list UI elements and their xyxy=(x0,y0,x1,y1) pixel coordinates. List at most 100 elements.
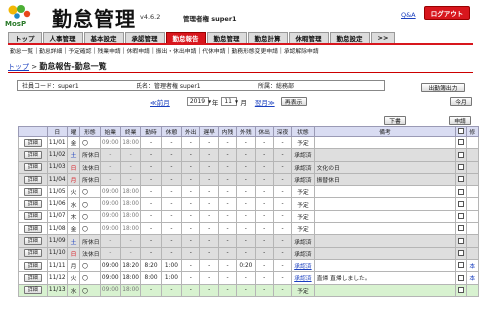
cell-end: - xyxy=(119,234,142,248)
detail-button[interactable]: 詳細 xyxy=(23,249,42,258)
cell-in_ot: - xyxy=(217,197,238,211)
cell-in_ot: - xyxy=(217,185,238,199)
cell-late: - xyxy=(199,234,219,248)
tab-0[interactable]: トップ xyxy=(8,32,42,43)
detail-button[interactable]: 詳細 xyxy=(23,175,42,184)
this-month-button[interactable]: 今月 xyxy=(450,97,472,106)
detail-button[interactable]: 詳細 xyxy=(23,237,42,246)
cell-in_ot: - xyxy=(217,283,238,297)
table-row: 詳細 11/05 火〇 09:00 18:00- - - - - - - - 予定 xyxy=(18,185,480,199)
row-checkbox[interactable] xyxy=(457,262,464,269)
cell-out: - xyxy=(181,283,201,297)
cell-status: 予定 xyxy=(291,283,315,297)
breadcrumb-top-link[interactable]: トップ xyxy=(8,63,29,71)
tab-9[interactable]: >> xyxy=(370,32,396,43)
row-checkbox[interactable] xyxy=(457,200,464,207)
column-header: 遅早 xyxy=(199,126,219,137)
status-link[interactable]: 承認済 xyxy=(294,276,311,282)
submenu-item[interactable]: 予定確認 xyxy=(66,46,93,55)
cell-end: 18:00 xyxy=(119,185,142,199)
output-calendar-button[interactable]: 出勤簿出力 xyxy=(421,83,465,92)
detail-button[interactable]: 詳細 xyxy=(23,138,42,147)
cell-in_ot: - xyxy=(217,160,238,174)
cell-dow: 火 xyxy=(66,185,81,199)
year-select[interactable]: 2019 ▼ xyxy=(186,97,211,106)
status-link[interactable]: 承認済 xyxy=(294,264,311,270)
row-checkbox[interactable] xyxy=(457,225,464,232)
cell-date: 11/05 xyxy=(46,185,68,199)
row-checkbox[interactable] xyxy=(457,163,464,170)
cell-ex_ot: - xyxy=(236,135,256,150)
row-checkbox[interactable] xyxy=(457,250,464,257)
cell-work: - xyxy=(140,283,162,297)
tab-3[interactable]: 承認管理 xyxy=(124,32,165,43)
column-header: 備考 xyxy=(313,126,457,137)
prev-month-link[interactable]: ≪前月 xyxy=(150,97,170,107)
submenu-item[interactable]: 振出・休出申請 xyxy=(154,46,199,55)
detail-button[interactable]: 詳細 xyxy=(23,150,42,159)
cell-rest: - xyxy=(160,197,183,211)
tab-1[interactable]: 人事管理 xyxy=(42,32,83,43)
detail-button[interactable]: 詳細 xyxy=(23,187,42,196)
column-header: 勤時 xyxy=(140,126,162,137)
submenu-item[interactable]: 休暇申請 xyxy=(125,46,152,55)
logout-button[interactable]: ログアウト xyxy=(424,6,470,20)
tab-7[interactable]: 休暇管理 xyxy=(288,32,329,43)
submenu-item[interactable]: 勤務形態変更申請 xyxy=(229,46,279,55)
month-select[interactable]: 11 ▼ xyxy=(221,97,239,106)
cell-hol: - xyxy=(254,148,274,162)
cell-in_ot: - xyxy=(217,258,238,273)
detail-button[interactable]: 詳細 xyxy=(23,261,42,270)
redisplay-button[interactable]: 再表示 xyxy=(280,97,307,106)
detail-button[interactable]: 詳細 xyxy=(23,273,42,282)
tab-8[interactable]: 勤怠設定 xyxy=(329,32,370,43)
cell-in_ot: - xyxy=(217,222,238,236)
row-checkbox[interactable] xyxy=(457,237,464,244)
tab-6[interactable]: 勤怠計算 xyxy=(247,32,288,43)
submenu-item[interactable]: 代休申請 xyxy=(200,46,227,55)
submenu-item[interactable]: 勤怠一覧 xyxy=(8,46,35,55)
tab-4[interactable]: 勤怠報告 xyxy=(165,32,206,43)
column-header: 深夜 xyxy=(272,126,293,137)
select-all-checkbox[interactable] xyxy=(457,128,464,135)
apply-button[interactable]: 申請 xyxy=(449,116,471,125)
cell-dow: 土 xyxy=(66,234,81,248)
row-checkbox[interactable] xyxy=(457,286,464,293)
detail-button[interactable]: 詳細 xyxy=(23,286,42,295)
row-checkbox[interactable] xyxy=(457,176,464,183)
table-row: 詳細 11/03 日法休日 - - - - - - - - - - 承認済 文化の日 xyxy=(18,160,480,174)
detail-button[interactable]: 詳細 xyxy=(23,163,42,172)
submenu-item[interactable]: 残業申請 xyxy=(95,46,122,55)
cell-hol: - xyxy=(254,234,274,248)
cell-end: 18:20 xyxy=(119,258,142,273)
cell-in_ot: - xyxy=(217,148,238,162)
chevron-down-icon: ▼ xyxy=(234,99,239,104)
cell-rest: - xyxy=(160,135,183,150)
cell-date: 11/08 xyxy=(46,222,68,236)
detail-button[interactable]: 詳細 xyxy=(23,224,42,233)
submenu-item[interactable]: 承認解除申請 xyxy=(282,46,321,55)
cell-fix xyxy=(465,135,480,150)
cell-night: - xyxy=(272,246,293,260)
draft-button[interactable]: 下書 xyxy=(384,116,406,125)
next-month-link[interactable]: 翌月≫ xyxy=(255,97,275,107)
row-checkbox[interactable] xyxy=(457,188,464,195)
detail-button[interactable]: 詳細 xyxy=(23,212,42,221)
row-checkbox[interactable] xyxy=(457,151,464,158)
tab-2[interactable]: 基本設定 xyxy=(83,32,124,43)
row-checkbox[interactable] xyxy=(457,139,464,146)
row-checkbox[interactable] xyxy=(457,274,464,281)
cell-dow: 水 xyxy=(66,283,81,297)
column-header: 始業 xyxy=(99,126,121,137)
submenu-item[interactable]: 勤怠詳細 xyxy=(37,46,64,55)
detail-button[interactable]: 詳細 xyxy=(23,200,42,209)
title-underline xyxy=(8,72,473,73)
cell-end: 18:00 xyxy=(119,197,142,211)
tab-5[interactable]: 勤怠管理 xyxy=(206,32,247,43)
cell-late: - xyxy=(199,283,219,297)
cell-hol: - xyxy=(254,209,274,224)
row-checkbox[interactable] xyxy=(457,213,464,220)
cell-kind: 〇 xyxy=(79,222,101,236)
qa-link[interactable]: Q&A xyxy=(401,11,416,19)
cell-work: - xyxy=(140,160,162,174)
